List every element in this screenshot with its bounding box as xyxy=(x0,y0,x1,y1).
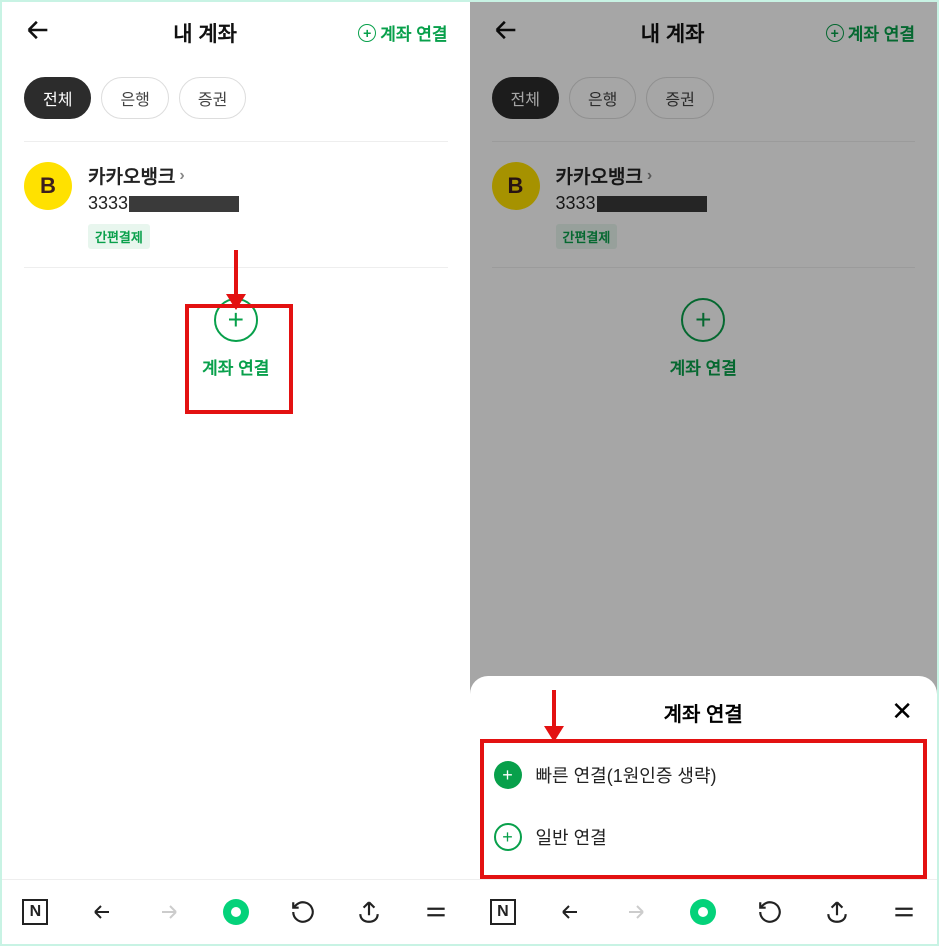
bottom-nav: N xyxy=(2,879,470,944)
add-account-label: 계좌 연결 xyxy=(202,354,269,379)
nav-home-icon[interactable]: N xyxy=(488,897,518,927)
nav-home-icon[interactable]: N xyxy=(20,897,50,927)
account-name-text: 카카오뱅크 xyxy=(88,162,175,189)
nav-refresh-icon[interactable] xyxy=(755,897,785,927)
link-account-action[interactable]: + 계좌 연결 xyxy=(358,20,447,45)
plus-filled-icon: + xyxy=(494,761,522,789)
plus-circle-icon: + xyxy=(214,298,258,342)
account-number-prefix: 3333 xyxy=(88,193,128,214)
nav-home-dot-icon[interactable] xyxy=(221,897,251,927)
header: 내 계좌 + 계좌 연결 xyxy=(2,2,470,59)
add-account-section[interactable]: + 계좌 연결 xyxy=(2,268,470,399)
page-title: 내 계좌 xyxy=(173,18,237,48)
option-quick-link[interactable]: + 빠른 연결(1원인증 생략) xyxy=(494,761,914,789)
nav-back-icon[interactable] xyxy=(555,897,585,927)
option-label: 일반 연결 xyxy=(536,824,607,850)
easy-payment-badge: 간편결제 xyxy=(88,224,150,249)
account-number-mask xyxy=(129,196,239,212)
link-account-action-label: 계좌 연결 xyxy=(380,20,447,45)
screen-left: 내 계좌 + 계좌 연결 전체 은행 증권 B 카카오뱅크 › 3333 간편결… xyxy=(2,2,470,944)
option-label: 빠른 연결(1원인증 생략) xyxy=(536,762,717,788)
account-name: 카카오뱅크 › xyxy=(88,162,448,189)
account-row[interactable]: B 카카오뱅크 › 3333 간편결제 xyxy=(2,142,470,267)
bank-avatar: B xyxy=(24,162,72,210)
bottom-nav: N xyxy=(470,879,938,944)
option-normal-link[interactable]: + 일반 연결 xyxy=(494,823,914,851)
close-icon[interactable]: ✕ xyxy=(891,696,913,727)
plus-outline-icon: + xyxy=(494,823,522,851)
nav-menu-icon[interactable] xyxy=(421,897,451,927)
account-number: 3333 xyxy=(88,193,448,214)
plus-icon: + xyxy=(358,24,376,42)
nav-home-dot-icon[interactable] xyxy=(688,897,718,927)
filter-chip-securities[interactable]: 증권 xyxy=(179,77,246,119)
sheet-header: 계좌 연결 ✕ xyxy=(488,698,920,727)
annotation-box xyxy=(480,739,928,879)
account-info: 카카오뱅크 › 3333 간편결제 xyxy=(88,162,448,249)
chevron-right-icon: › xyxy=(179,167,184,185)
sheet-title: 계좌 연결 xyxy=(664,698,743,727)
nav-refresh-icon[interactable] xyxy=(288,897,318,927)
nav-forward-icon xyxy=(621,897,651,927)
filter-chip-bank[interactable]: 은행 xyxy=(101,77,168,119)
screen-right: 내 계좌 + 계좌 연결 전체 은행 증권 B 카카오뱅크 › 3333 간편결… xyxy=(470,2,938,944)
nav-back-icon[interactable] xyxy=(87,897,117,927)
nav-forward-icon xyxy=(154,897,184,927)
bottom-sheet: 계좌 연결 ✕ + 빠른 연결(1원인증 생략) + 일반 연결 xyxy=(470,676,938,879)
nav-menu-icon[interactable] xyxy=(889,897,919,927)
filter-row: 전체 은행 증권 xyxy=(2,59,470,141)
back-icon[interactable] xyxy=(24,16,52,49)
nav-share-icon[interactable] xyxy=(354,897,384,927)
sheet-options: + 빠른 연결(1원인증 생략) + 일반 연결 xyxy=(488,761,920,851)
filter-chip-all[interactable]: 전체 xyxy=(24,77,91,119)
nav-share-icon[interactable] xyxy=(822,897,852,927)
